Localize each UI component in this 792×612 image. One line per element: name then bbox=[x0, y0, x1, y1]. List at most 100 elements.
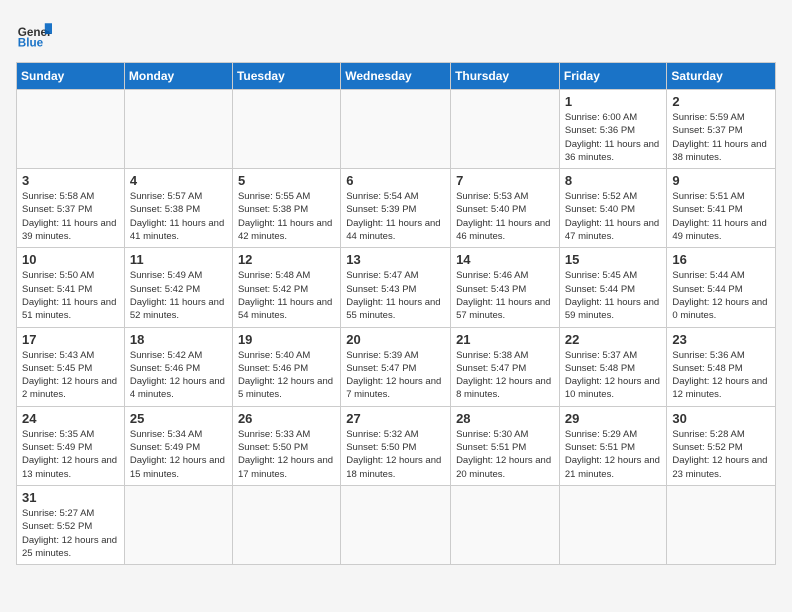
day-number: 1 bbox=[565, 94, 662, 109]
day-number: 15 bbox=[565, 252, 662, 267]
calendar-week-5: 24 Sunrise: 5:35 AM Sunset: 5:49 PM Dayli… bbox=[17, 406, 776, 485]
calendar-cell: 15 Sunrise: 5:45 AM Sunset: 5:44 PM Dayli… bbox=[559, 248, 667, 327]
column-header-saturday: Saturday bbox=[667, 63, 776, 90]
column-header-friday: Friday bbox=[559, 63, 667, 90]
calendar-cell: 1 Sunrise: 6:00 AM Sunset: 5:36 PM Daylig… bbox=[559, 90, 667, 169]
day-number: 30 bbox=[672, 411, 770, 426]
calendar-cell: 5Sunrise: 5:55 AM Sunset: 5:38 PM Daylig… bbox=[232, 169, 340, 248]
day-info: Sunrise: 5:57 AM Sunset: 5:38 PM Dayligh… bbox=[130, 190, 227, 243]
day-number: 28 bbox=[456, 411, 554, 426]
calendar-cell bbox=[232, 90, 340, 169]
day-number: 12 bbox=[238, 252, 335, 267]
day-info: Sunrise: 6:00 AM Sunset: 5:36 PM Dayligh… bbox=[565, 111, 662, 164]
day-info: Sunrise: 5:51 AM Sunset: 5:41 PM Dayligh… bbox=[672, 190, 770, 243]
day-info: Sunrise: 5:54 AM Sunset: 5:39 PM Dayligh… bbox=[346, 190, 445, 243]
day-info: Sunrise: 5:42 AM Sunset: 5:46 PM Dayligh… bbox=[130, 349, 227, 402]
calendar-cell: 26Sunrise: 5:33 AM Sunset: 5:50 PM Dayli… bbox=[232, 406, 340, 485]
calendar-cell: 21 Sunrise: 5:38 AM Sunset: 5:47 PM Dayli… bbox=[451, 327, 560, 406]
svg-text:Blue: Blue bbox=[18, 37, 44, 50]
calendar-cell: 2 Sunrise: 5:59 AM Sunset: 5:37 PM Daylig… bbox=[667, 90, 776, 169]
day-number: 6 bbox=[346, 173, 445, 188]
day-info: Sunrise: 5:47 AM Sunset: 5:43 PM Dayligh… bbox=[346, 269, 445, 322]
day-info: Sunrise: 5:28 AM Sunset: 5:52 PM Dayligh… bbox=[672, 428, 770, 481]
calendar-cell bbox=[341, 90, 451, 169]
calendar-cell: 8 Sunrise: 5:52 AM Sunset: 5:40 PM Daylig… bbox=[559, 169, 667, 248]
day-info: Sunrise: 5:48 AM Sunset: 5:42 PM Dayligh… bbox=[238, 269, 335, 322]
day-info: Sunrise: 5:58 AM Sunset: 5:37 PM Dayligh… bbox=[22, 190, 119, 243]
calendar-cell: 11Sunrise: 5:49 AM Sunset: 5:42 PM Dayli… bbox=[124, 248, 232, 327]
calendar-week-2: 3 Sunrise: 5:58 AM Sunset: 5:37 PM Daylig… bbox=[17, 169, 776, 248]
calendar-cell: 14 Sunrise: 5:46 AM Sunset: 5:43 PM Dayli… bbox=[451, 248, 560, 327]
day-number: 21 bbox=[456, 332, 554, 347]
day-number: 23 bbox=[672, 332, 770, 347]
column-header-monday: Monday bbox=[124, 63, 232, 90]
calendar-week-1: 1 Sunrise: 6:00 AM Sunset: 5:36 PM Daylig… bbox=[17, 90, 776, 169]
calendar-week-4: 17 Sunrise: 5:43 AM Sunset: 5:45 PM Dayli… bbox=[17, 327, 776, 406]
calendar-cell bbox=[559, 485, 667, 564]
calendar-cell: 19 Sunrise: 5:40 AM Sunset: 5:46 PM Dayli… bbox=[232, 327, 340, 406]
day-info: Sunrise: 5:29 AM Sunset: 5:51 PM Dayligh… bbox=[565, 428, 662, 481]
day-info: Sunrise: 5:45 AM Sunset: 5:44 PM Dayligh… bbox=[565, 269, 662, 322]
header: General Blue bbox=[16, 16, 776, 52]
calendar-cell: 4 Sunrise: 5:57 AM Sunset: 5:38 PM Daylig… bbox=[124, 169, 232, 248]
day-number: 17 bbox=[22, 332, 119, 347]
calendar-cell bbox=[17, 90, 125, 169]
day-info: Sunrise: 5:35 AM Sunset: 5:49 PM Dayligh… bbox=[22, 428, 119, 481]
day-number: 18 bbox=[130, 332, 227, 347]
day-info: Sunrise: 5:37 AM Sunset: 5:48 PM Dayligh… bbox=[565, 349, 662, 402]
calendar-cell: 16Sunrise: 5:44 AM Sunset: 5:44 PM Dayli… bbox=[667, 248, 776, 327]
day-number: 8 bbox=[565, 173, 662, 188]
calendar-cell: 30 Sunrise: 5:28 AM Sunset: 5:52 PM Dayli… bbox=[667, 406, 776, 485]
calendar-cell bbox=[451, 485, 560, 564]
day-number: 7 bbox=[456, 173, 554, 188]
day-info: Sunrise: 5:46 AM Sunset: 5:43 PM Dayligh… bbox=[456, 269, 554, 322]
day-number: 26 bbox=[238, 411, 335, 426]
day-info: Sunrise: 5:30 AM Sunset: 5:51 PM Dayligh… bbox=[456, 428, 554, 481]
day-info: Sunrise: 5:32 AM Sunset: 5:50 PM Dayligh… bbox=[346, 428, 445, 481]
calendar-cell: 17 Sunrise: 5:43 AM Sunset: 5:45 PM Dayli… bbox=[17, 327, 125, 406]
day-info: Sunrise: 5:55 AM Sunset: 5:38 PM Dayligh… bbox=[238, 190, 335, 243]
logo: General Blue bbox=[16, 16, 52, 52]
day-info: Sunrise: 5:53 AM Sunset: 5:40 PM Dayligh… bbox=[456, 190, 554, 243]
column-header-wednesday: Wednesday bbox=[341, 63, 451, 90]
calendar-cell: 18 Sunrise: 5:42 AM Sunset: 5:46 PM Dayli… bbox=[124, 327, 232, 406]
day-number: 24 bbox=[22, 411, 119, 426]
calendar-cell: 22 Sunrise: 5:37 AM Sunset: 5:48 PM Dayli… bbox=[559, 327, 667, 406]
calendar-cell: 29 Sunrise: 5:29 AM Sunset: 5:51 PM Dayli… bbox=[559, 406, 667, 485]
day-number: 22 bbox=[565, 332, 662, 347]
day-info: Sunrise: 5:38 AM Sunset: 5:47 PM Dayligh… bbox=[456, 349, 554, 402]
day-number: 14 bbox=[456, 252, 554, 267]
calendar-cell: 24 Sunrise: 5:35 AM Sunset: 5:49 PM Dayli… bbox=[17, 406, 125, 485]
day-info: Sunrise: 5:39 AM Sunset: 5:47 PM Dayligh… bbox=[346, 349, 445, 402]
day-number: 20 bbox=[346, 332, 445, 347]
calendar-cell: 27Sunrise: 5:32 AM Sunset: 5:50 PM Dayli… bbox=[341, 406, 451, 485]
day-info: Sunrise: 5:40 AM Sunset: 5:46 PM Dayligh… bbox=[238, 349, 335, 402]
calendar-cell: 12 Sunrise: 5:48 AM Sunset: 5:42 PM Dayli… bbox=[232, 248, 340, 327]
day-number: 29 bbox=[565, 411, 662, 426]
day-number: 10 bbox=[22, 252, 119, 267]
calendar-cell bbox=[124, 485, 232, 564]
day-info: Sunrise: 5:34 AM Sunset: 5:49 PM Dayligh… bbox=[130, 428, 227, 481]
day-number: 19 bbox=[238, 332, 335, 347]
calendar-cell: 3 Sunrise: 5:58 AM Sunset: 5:37 PM Daylig… bbox=[17, 169, 125, 248]
day-number: 3 bbox=[22, 173, 119, 188]
day-info: Sunrise: 5:27 AM Sunset: 5:52 PM Dayligh… bbox=[22, 507, 119, 560]
day-info: Sunrise: 5:43 AM Sunset: 5:45 PM Dayligh… bbox=[22, 349, 119, 402]
calendar-cell: 20 Sunrise: 5:39 AM Sunset: 5:47 PM Dayli… bbox=[341, 327, 451, 406]
calendar-cell: 25 Sunrise: 5:34 AM Sunset: 5:49 PM Dayli… bbox=[124, 406, 232, 485]
calendar-cell: 13 Sunrise: 5:47 AM Sunset: 5:43 PM Dayli… bbox=[341, 248, 451, 327]
day-number: 4 bbox=[130, 173, 227, 188]
day-number: 16 bbox=[672, 252, 770, 267]
calendar-cell: 31Sunrise: 5:27 AM Sunset: 5:52 PM Dayli… bbox=[17, 485, 125, 564]
day-number: 2 bbox=[672, 94, 770, 109]
day-info: Sunrise: 5:59 AM Sunset: 5:37 PM Dayligh… bbox=[672, 111, 770, 164]
day-number: 25 bbox=[130, 411, 227, 426]
day-number: 9 bbox=[672, 173, 770, 188]
calendar-cell: 23Sunrise: 5:36 AM Sunset: 5:48 PM Dayli… bbox=[667, 327, 776, 406]
day-info: Sunrise: 5:49 AM Sunset: 5:42 PM Dayligh… bbox=[130, 269, 227, 322]
day-info: Sunrise: 5:52 AM Sunset: 5:40 PM Dayligh… bbox=[565, 190, 662, 243]
calendar-week-3: 10Sunrise: 5:50 AM Sunset: 5:41 PM Dayli… bbox=[17, 248, 776, 327]
logo-icon: General Blue bbox=[16, 16, 52, 52]
day-number: 13 bbox=[346, 252, 445, 267]
calendar-cell: 6 Sunrise: 5:54 AM Sunset: 5:39 PM Daylig… bbox=[341, 169, 451, 248]
